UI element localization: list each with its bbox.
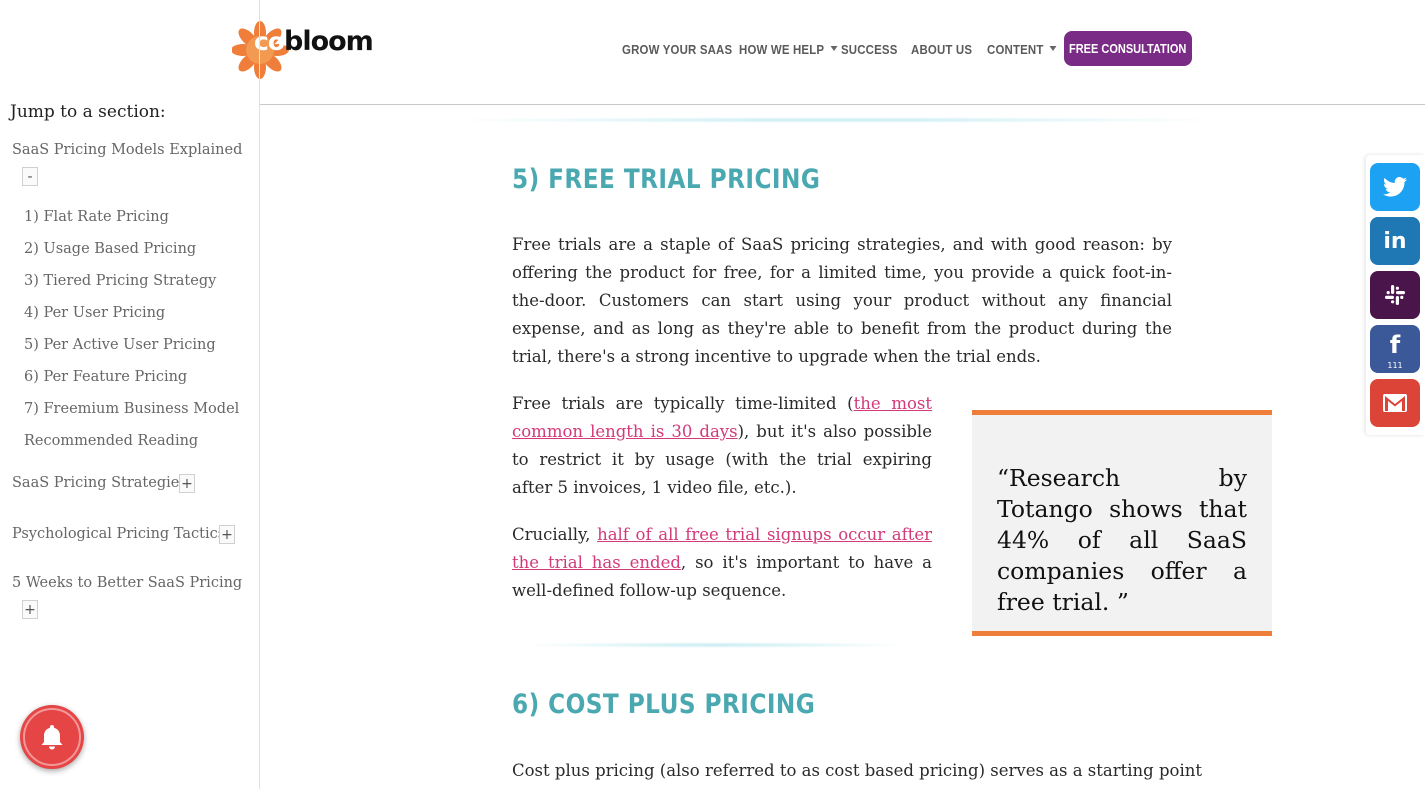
share-twitter-button[interactable] [1370,163,1420,211]
toc-5-weeks[interactable]: 5 Weeks to Better SaaS Pricing [12,575,242,591]
toc-item-recommended-reading[interactable]: Recommended Reading [24,433,198,449]
share-linkedin-button[interactable]: in [1370,217,1420,265]
sidebar-title: Jump to a section: [10,102,166,122]
chevron-down-icon [1049,46,1057,52]
facebook-share-count: 111 [1387,361,1403,370]
header-divider [259,104,1425,105]
nav-content[interactable]: CONTENT [987,42,1057,57]
paragraph-free-trial-intro: Free trials are a staple of SaaS pricing… [512,235,1172,366]
nav-grow-your-saas[interactable]: GROW YOUR SAAS [622,42,732,57]
free-consultation-button[interactable]: FREE CONSULTATION [1064,31,1192,66]
expand-toggle[interactable]: + [179,474,195,493]
gmail-icon [1383,394,1407,412]
paragraph-cost-plus-intro: Cost plus pricing (also referred to as c… [512,761,1203,780]
linkedin-icon: in [1383,228,1407,254]
expand-toggle[interactable]: + [22,600,38,619]
paragraph-time-limited: Free trials are typically time-limited (… [512,394,932,497]
paragraph-follow-up: Crucially, half of all free trial signup… [512,525,932,600]
twitter-icon [1383,177,1407,197]
social-share-bar: in f 111 [1366,155,1425,435]
bell-icon [41,725,63,750]
share-gmail-button[interactable] [1370,379,1420,427]
toc-item-tiered[interactable]: 3) Tiered Pricing Strategy [24,273,216,289]
section-divider-glow [520,642,910,648]
logo-bloom: bloom [284,26,374,57]
toc-item-usage-based[interactable]: 2) Usage Based Pricing [24,241,196,257]
toc-item-per-feature[interactable]: 6) Per Feature Pricing [24,369,187,385]
slack-icon [1385,285,1405,305]
collapse-toggle[interactable]: - [22,167,38,186]
toc-item-freemium[interactable]: 7) Freemium Business Model [24,401,239,417]
chevron-down-icon [830,46,838,52]
facebook-icon: f [1389,331,1401,359]
nav-about-us[interactable]: ABOUT US [911,42,972,57]
expand-toggle[interactable]: + [219,525,235,544]
toc-item-flat-rate[interactable]: 1) Flat Rate Pricing [24,209,169,225]
section-heading-free-trial: 5) FREE TRIAL PRICING [512,164,821,195]
table-of-contents-sidebar: Jump to a section: SaaS Pricing Models E… [0,0,260,789]
section-divider-glow [440,117,1230,123]
share-facebook-button[interactable]: f 111 [1370,325,1420,373]
toc-psychological-pricing[interactable]: Psychological Pricing Tactics [12,526,225,542]
section-heading-cost-plus: 6) COST PLUS PRICING [512,689,816,720]
nav-success[interactable]: SUCCESS [841,42,898,57]
pull-quote-box: “Research by Totango shows that 44% of a… [972,410,1272,636]
toc-saas-pricing-models[interactable]: SaaS Pricing Models Explained [12,142,242,158]
nav-how-we-help[interactable]: HOW WE HELP [739,42,838,57]
pull-quote-text: “Research by Totango shows that 44% of a… [997,464,1247,616]
share-slack-button[interactable] [1370,271,1420,319]
toc-item-per-user[interactable]: 4) Per User Pricing [24,305,165,321]
toc-item-per-active-user[interactable]: 5) Per Active User Pricing [24,337,216,353]
notification-bell-ring [23,708,81,766]
toc-saas-pricing-strategies[interactable]: SaaS Pricing Strategies [12,475,187,491]
logo-wordmark[interactable]: cobloom [254,26,374,57]
notification-bell-button[interactable] [20,705,84,769]
